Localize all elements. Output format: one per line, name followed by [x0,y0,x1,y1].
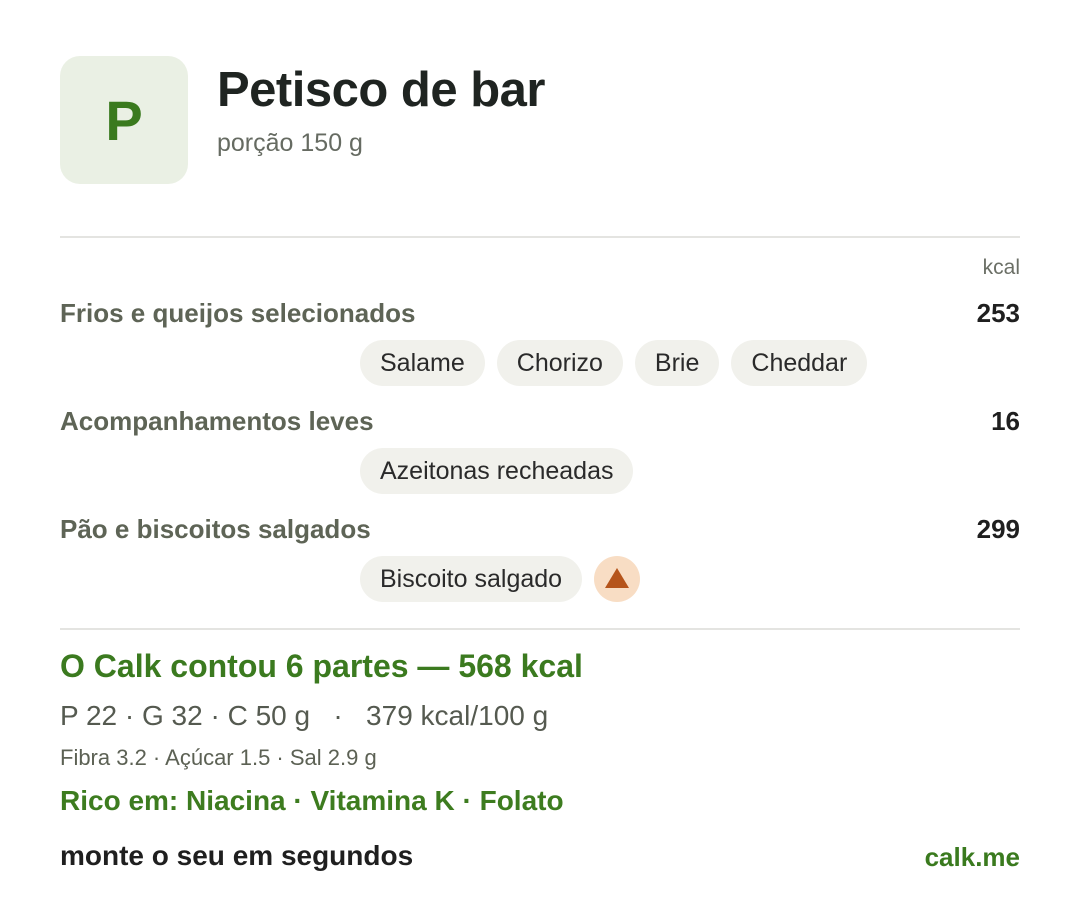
divider-top [60,236,1020,238]
group-kcal: 253 [976,297,1020,328]
ingredient-chip[interactable]: Biscoito salgado [360,556,583,602]
ingredient-group: Pão e biscoitos salgados 299 Biscoito sa… [60,512,1020,602]
ingredient-chip[interactable]: Azeitonas recheadas [360,448,634,494]
calk-link[interactable]: calk.me [925,842,1020,873]
group-name: Acompanhamentos leves [60,405,374,436]
ingredient-chip[interactable]: Brie [634,340,720,386]
footer-cta: monte o seu em segundos [60,840,414,871]
ingredient-chips: Salame Chorizo Brie Cheddar [360,340,1020,386]
summary-headline: O Calk contou 6 partes — 568 kcal [60,648,583,684]
ingredient-group: Acompanhamentos leves 16 Azeitonas reche… [60,404,1020,494]
rich-in-line: Rico em: Niacina · Vitamina K · Folato [60,785,564,816]
header: P Petisco de bar porção 150 g [60,56,545,184]
kcal-unit-label: kcal [982,256,1020,279]
warning-triangle-icon[interactable] [594,556,641,602]
group-header: Acompanhamentos leves 16 [60,404,1020,438]
divider-summary [60,628,1020,630]
ingredient-chips: Biscoito salgado [360,556,1020,602]
ingredient-chip[interactable]: Cheddar [731,340,868,386]
ingredient-chip[interactable]: Salame [360,340,485,386]
micros-line: Fibra 3.2 · Açúcar 1.5 · Sal 2.9 g [60,745,377,770]
group-kcal: 299 [976,513,1020,544]
page-title: Petisco de bar [217,63,545,117]
group-header: Frios e queijos selecionados 253 [60,296,1020,330]
group-name: Pão e biscoitos salgados [60,513,371,544]
group-header: Pão e biscoitos salgados 299 [60,512,1020,546]
macros-line: P 22 · G 32 · C 50 g · 379 kcal/100 g [60,700,549,731]
ingredient-chip[interactable]: Chorizo [496,340,623,386]
ingredient-group: Frios e queijos selecionados 253 Salame … [60,296,1020,386]
portion-subtitle: porção 150 g [217,129,363,157]
avatar: P [60,56,188,184]
warning-triangle-shape [605,568,630,588]
title-block: Petisco de bar porção 150 g [217,56,545,158]
group-kcal: 16 [991,405,1020,436]
ingredient-chips: Azeitonas recheadas [360,448,1020,494]
group-name: Frios e queijos selecionados [60,297,416,328]
